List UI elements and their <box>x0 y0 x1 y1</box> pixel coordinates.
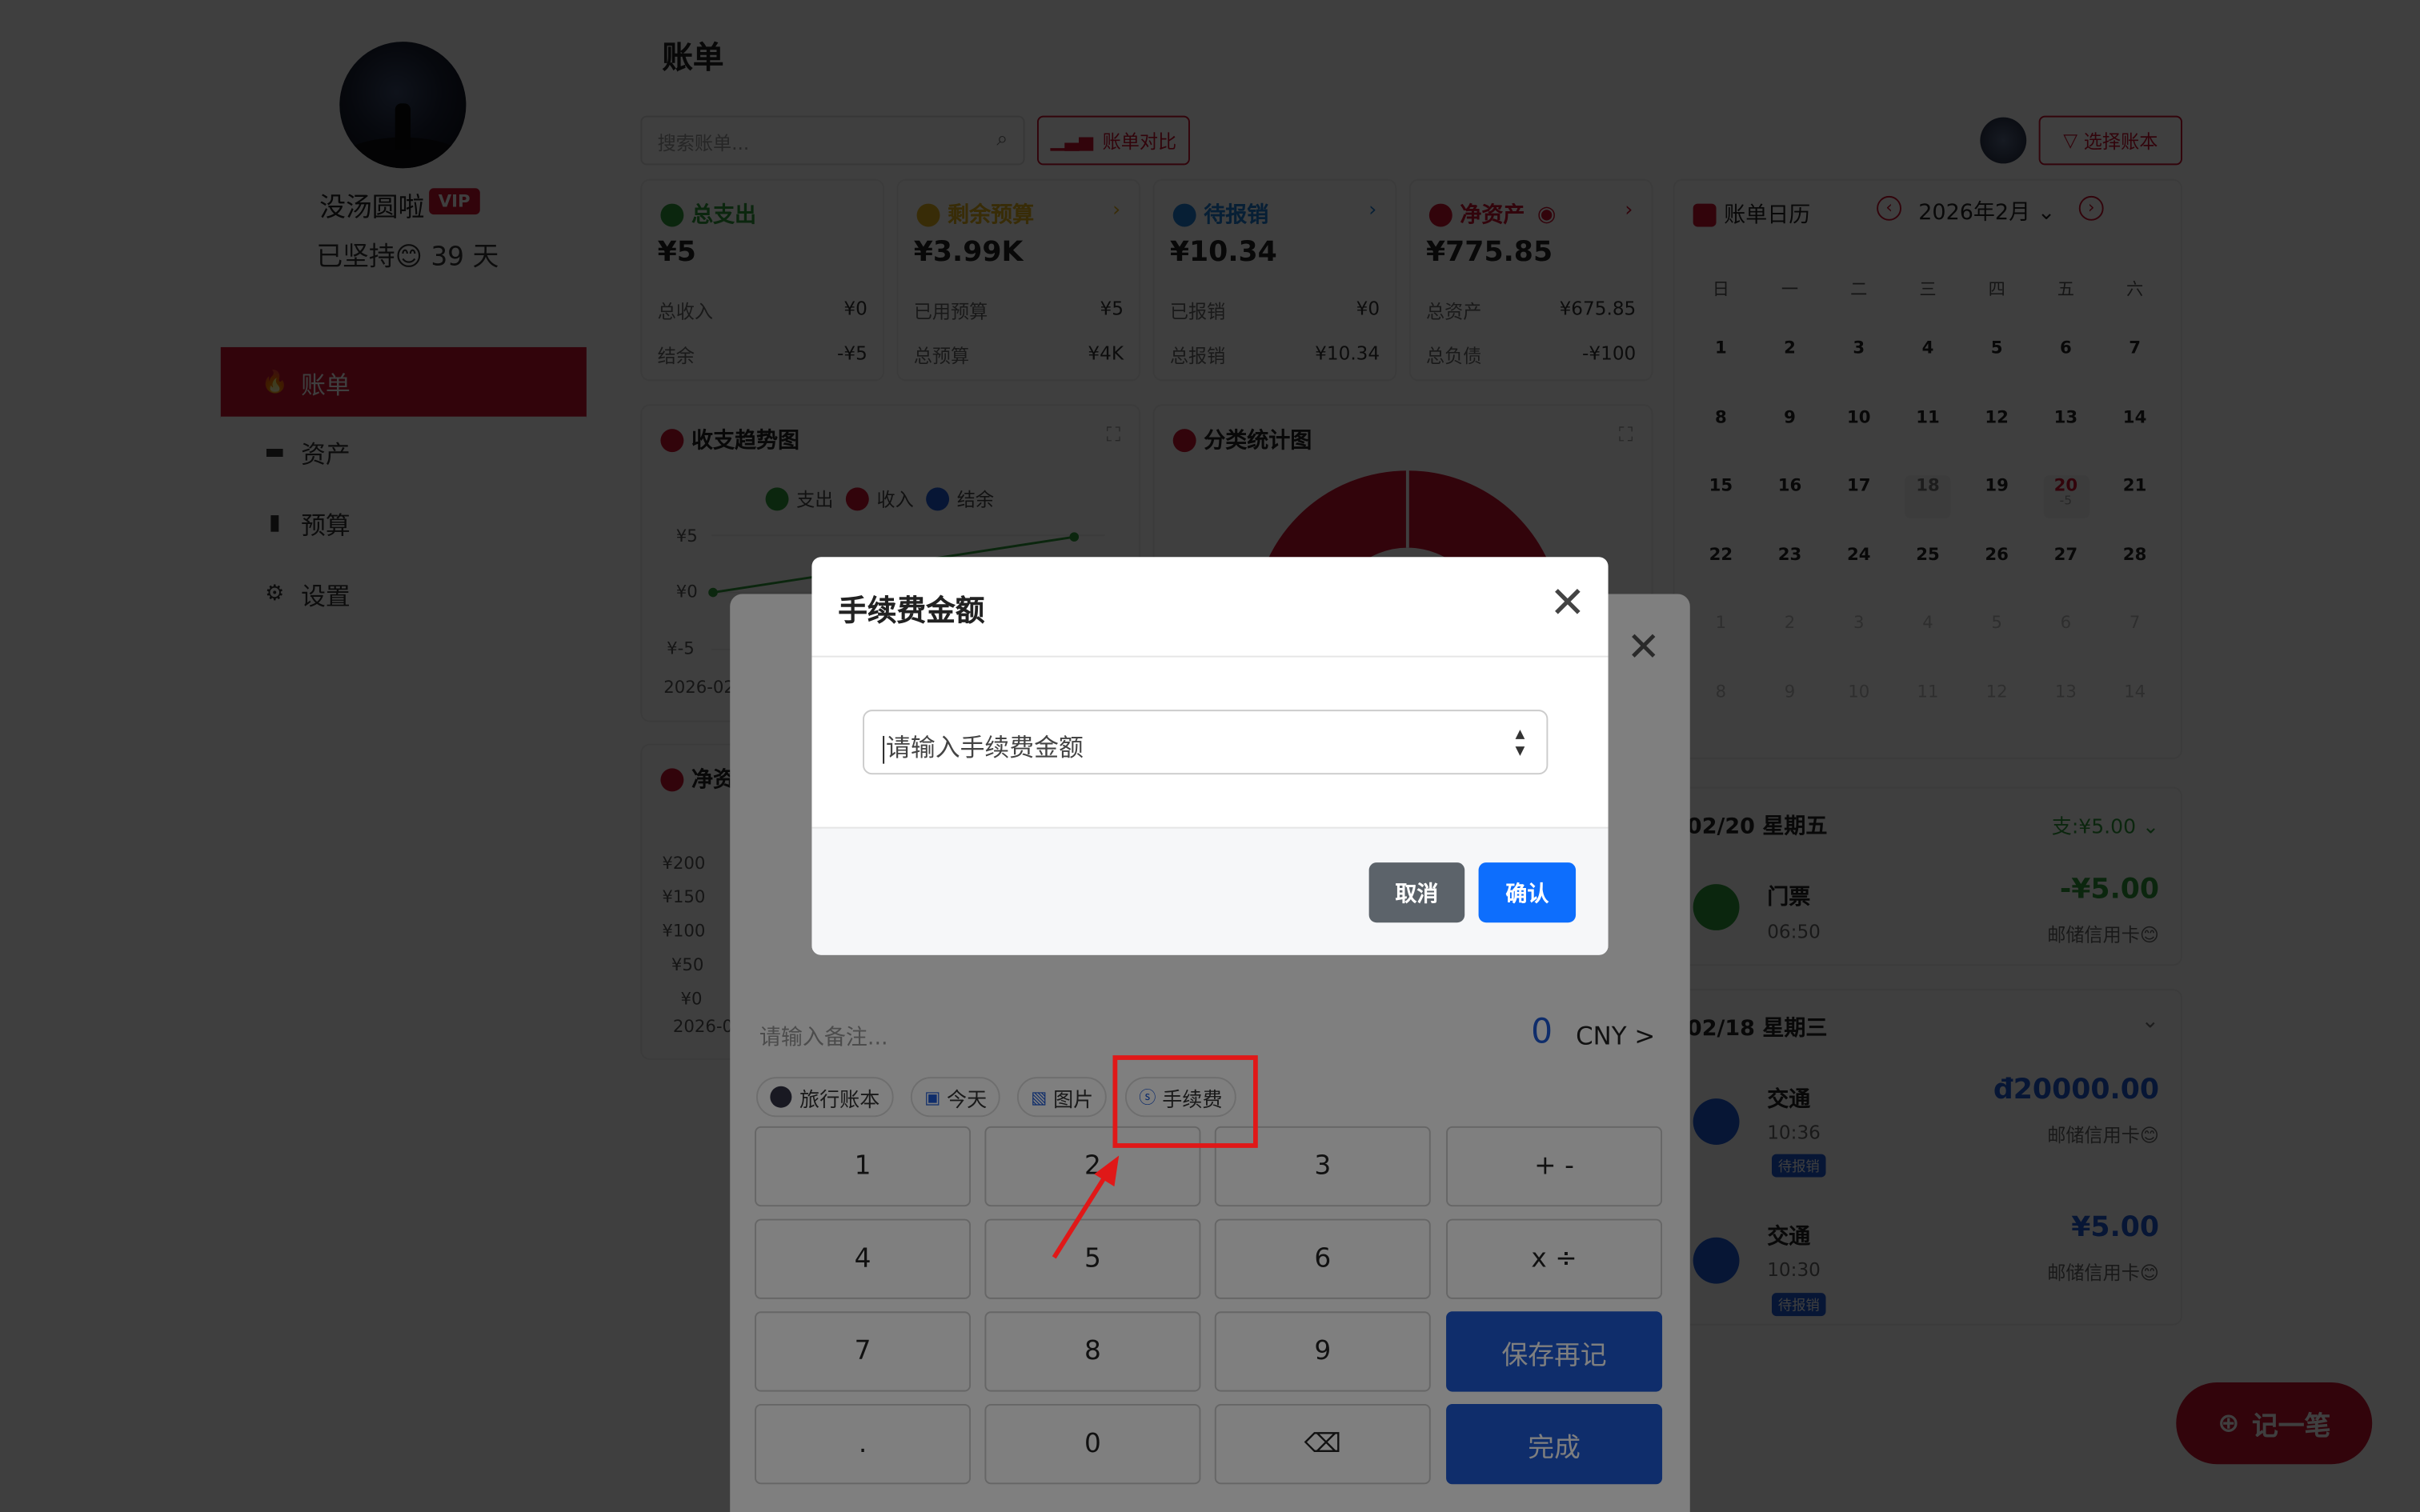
number-spinner[interactable]: ▲ ▼ <box>1516 725 1525 758</box>
close-icon[interactable]: ✕ <box>1549 581 1585 625</box>
cancel-button[interactable]: 取消 <box>1368 862 1465 923</box>
fee-modal: 手续费金额 ✕ 请输入手续费金额 ▲ ▼ 取消 确认 <box>811 557 1609 955</box>
app-window: 没汤圆啦 VIP 已坚持😊 39 天 🔥账单 ▬资产 ▮预算 ⚙设置 账单 搜索… <box>0 0 2420 1512</box>
modal-header: 手续费金额 ✕ <box>811 557 1609 658</box>
text-caret <box>883 734 885 763</box>
modal-footer: 取消 确认 <box>811 826 1609 955</box>
annotation-highlight-box <box>1112 1055 1258 1148</box>
confirm-button[interactable]: 确认 <box>1478 862 1577 923</box>
fee-amount-input[interactable]: 请输入手续费金额 ▲ ▼ <box>863 710 1549 775</box>
annotation-arrow <box>1052 1155 1120 1259</box>
fee-input-placeholder: 请输入手续费金额 <box>885 733 1084 762</box>
modal-title: 手续费金额 <box>838 594 985 628</box>
